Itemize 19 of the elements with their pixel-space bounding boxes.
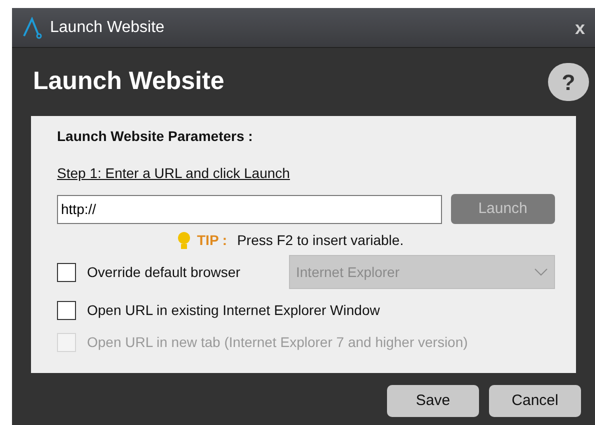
url-field[interactable]: http:// <box>57 194 442 224</box>
chevron-down-icon <box>534 268 548 276</box>
dialog-title: Launch Website <box>33 66 224 98</box>
lightbulb-icon <box>177 230 191 250</box>
logo-icon <box>22 16 44 38</box>
window-title: Launch Website <box>50 18 164 38</box>
option-label: Override default browser <box>87 262 240 282</box>
tip-label: TIP : <box>197 231 228 250</box>
option-label: Open URL in new tab (Internet Explorer 7 and higher version) <box>87 333 468 352</box>
checkbox[interactable] <box>57 301 76 320</box>
tip-text: Press F2 to insert variable. <box>237 231 404 250</box>
checkbox[interactable] <box>57 262 76 282</box>
step-link[interactable]: Step 1: Enter a URL and click Launch <box>57 163 290 184</box>
help-button[interactable]: ? <box>548 63 589 101</box>
section-title: Launch Website Parameters : <box>57 127 254 146</box>
dialog-button[interactable]: Save <box>387 385 479 417</box>
option-label: Open URL in existing Internet Explorer Window <box>87 301 380 320</box>
dialog-button[interactable]: Cancel <box>489 385 581 417</box>
close-button[interactable]: x <box>574 18 585 36</box>
